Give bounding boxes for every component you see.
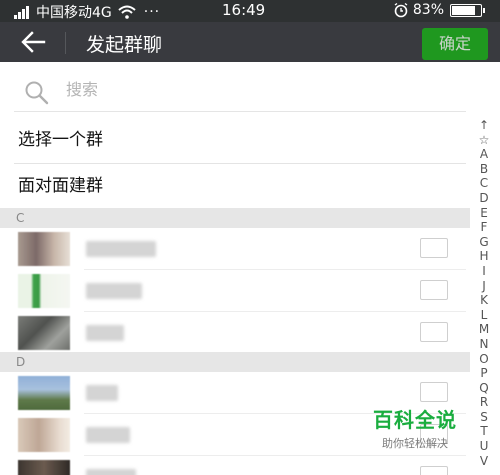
avatar [18,232,70,266]
contact-name-blurred [86,325,124,341]
alphabet-index-letter[interactable]: ☆ [479,133,490,148]
alphabet-index-letter[interactable]: S [480,410,488,425]
select-group-option[interactable]: 选择一个群 [0,117,470,163]
alphabet-index-letter[interactable]: M [479,322,489,337]
alphabet-index-letter[interactable]: R [480,395,488,410]
contact-name-blurred [86,283,142,299]
contact-checkbox[interactable] [420,280,448,300]
alphabet-index-letter[interactable]: A [480,147,488,162]
search-bar [0,62,500,114]
contact-checkbox[interactable] [420,466,448,475]
alphabet-index-letter[interactable]: ↑ [479,118,489,133]
contact-name-blurred [86,427,130,443]
watermark: 百科全说 助你轻松解决 [360,404,470,451]
alphabet-index-letter[interactable]: O [479,352,488,367]
search-icon [25,81,49,105]
contact-row[interactable] [0,270,470,312]
nav-divider [65,32,66,54]
signal-icon [14,5,30,19]
carrier-label: 中国移动4G [36,5,112,21]
page-title: 发起群聊 [86,34,163,56]
avatar [18,316,70,350]
contact-checkbox[interactable] [420,238,448,258]
contact-row[interactable] [0,228,470,270]
nav-bar: 发起群聊 确定 [0,22,500,62]
more-dots: ··· [143,4,161,20]
alphabet-index-letter[interactable]: V [480,454,488,469]
contact-name-blurred [86,241,156,257]
alphabet-index-letter[interactable]: C [480,176,488,191]
avatar [18,274,70,308]
contact-row[interactable] [0,456,470,475]
wifi-icon [118,5,136,19]
watermark-title: 百科全说 [373,408,457,432]
contact-row[interactable] [0,312,470,354]
alphabet-index-letter[interactable]: P [480,366,487,381]
contact-checkbox[interactable] [420,382,448,402]
alarm-icon [394,2,408,18]
confirm-button[interactable]: 确定 [422,28,488,60]
alphabet-index-letter[interactable]: D [479,191,488,206]
arrow-left-icon[interactable] [18,28,48,56]
contact-name-blurred [86,385,118,401]
alphabet-index-letter[interactable]: B [480,162,488,177]
alphabet-index-letter[interactable]: L [481,308,488,323]
watermark-subtitle: 助你轻松解决 [382,437,448,450]
section-header-d: D [0,352,470,372]
search-input[interactable] [66,74,446,104]
alphabet-index-letter[interactable]: G [479,235,488,250]
alphabet-index-letter[interactable]: H [479,249,488,264]
alphabet-index-letter[interactable]: J [482,279,486,294]
battery-percent: 83% [412,2,444,18]
alphabet-index[interactable]: ↑ ☆ A B C D E F G H I J K L M N O P Q R S T U V [474,118,494,468]
alphabet-index-letter[interactable]: Q [479,381,488,396]
alphabet-index-letter[interactable]: U [480,439,489,454]
contact-name-blurred [86,469,136,475]
clock: 16:49 [222,1,266,19]
alphabet-index-letter[interactable]: T [480,424,487,439]
alphabet-index-letter[interactable]: E [480,206,488,221]
avatar [18,460,70,475]
face-to-face-group-option[interactable]: 面对面建群 [0,163,470,209]
alphabet-index-letter[interactable]: I [482,264,486,279]
section-header-c: C [0,208,470,228]
status-bar: 中国移动4G ··· 16:49 83% [0,0,500,22]
alphabet-index-letter[interactable]: N [480,337,489,352]
alphabet-index-letter[interactable]: K [480,293,488,308]
contact-checkbox[interactable] [420,322,448,342]
avatar [18,418,70,452]
search-underline [14,111,466,112]
battery-icon [450,3,485,17]
avatar [18,376,70,410]
alphabet-index-letter[interactable]: F [481,220,488,235]
